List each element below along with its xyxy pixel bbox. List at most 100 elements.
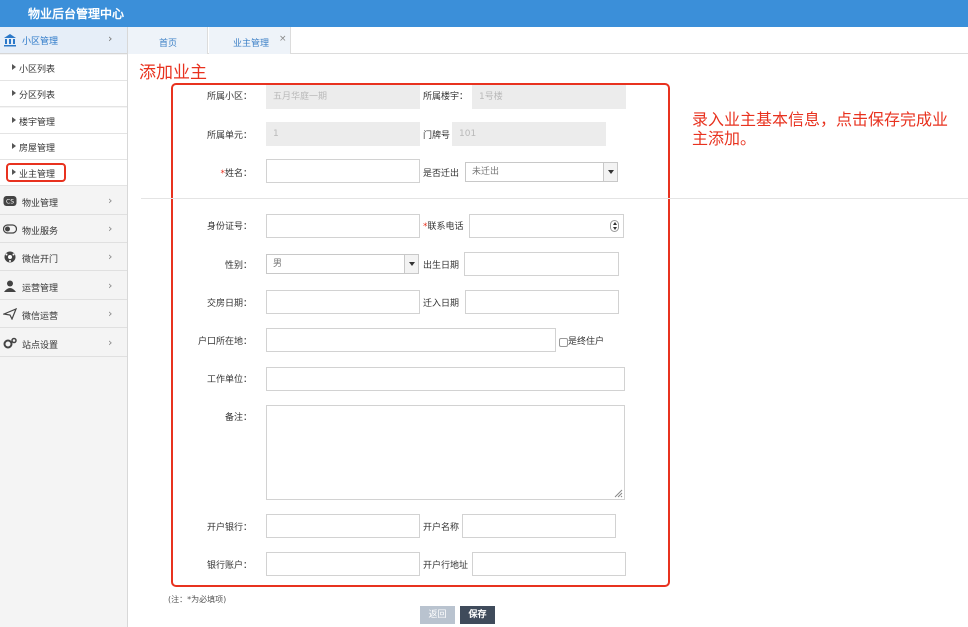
chevron-right-icon: › — [108, 336, 113, 349]
sidebar-menu-label: 微信运营 — [22, 312, 59, 322]
sidebar-menu-site-settings[interactable]: 站点设置 › — [0, 329, 127, 357]
chevron-right-icon: › — [108, 32, 113, 45]
sidebar-menu-label: 物业服务 — [22, 227, 59, 237]
sidebar-menu-property-service[interactable]: 物业服务 › — [0, 215, 127, 243]
resize-grip-icon[interactable] — [614, 489, 623, 498]
household-address-input[interactable] — [266, 328, 556, 352]
moved-out-select[interactable]: 未迁出 — [465, 162, 618, 182]
tab-label: 首页 — [159, 39, 178, 49]
name-label-text: 姓名： — [224, 169, 252, 179]
workplace-label: 工作单位： — [206, 375, 252, 385]
handover-date-label: 交房日期： — [206, 299, 252, 309]
sidebar-item-community-list[interactable]: 小区列表 — [0, 55, 127, 81]
sidebar-group-label: 小区管理 — [22, 37, 59, 47]
community-label: 所属小区： — [206, 92, 252, 102]
sidebar-item-label: 分区列表 — [19, 91, 56, 101]
unit-label: 所属单元： — [206, 131, 252, 141]
remark-textarea[interactable] — [266, 405, 625, 500]
bank-account-input[interactable] — [266, 552, 420, 576]
tab-bar: 首页 业主管理 × — [128, 27, 968, 54]
bank-account-label: 银行账户： — [206, 561, 252, 571]
phone-label: *联系电话 — [423, 219, 464, 232]
toggle-icon — [3, 224, 17, 234]
person-icon — [4, 280, 16, 292]
sidebar-group-community[interactable]: 小区管理 › — [0, 27, 127, 54]
moved-out-value: 未迁出 — [472, 167, 500, 177]
chevron-right-icon: › — [108, 250, 113, 263]
gender-value: 男 — [273, 259, 283, 269]
sidebar-menu-operation-management[interactable]: 运营管理 › — [0, 272, 127, 300]
caret-right-icon — [12, 143, 16, 149]
sidebar-menu-label: 站点设置 — [22, 341, 59, 351]
bank-input[interactable] — [266, 514, 420, 538]
sidebar-menu-wechat-door[interactable]: 微信开门 › — [0, 243, 127, 271]
top-bar: 物业后台管理中心 — [0, 0, 968, 27]
sidebar-item-house-management[interactable]: 房屋管理 — [0, 134, 127, 160]
remark-label: 备注： — [224, 413, 252, 423]
moved-out-label: 是否迁出 — [423, 169, 460, 179]
bank-address-input[interactable] — [472, 552, 626, 576]
name-input[interactable] — [266, 159, 420, 183]
dropdown-arrow-icon — [404, 255, 418, 273]
final-resident-checkbox[interactable] — [559, 338, 568, 347]
id-number-input[interactable] — [266, 214, 420, 238]
move-in-date-label: 迁入日期 — [423, 299, 460, 309]
send-icon — [3, 308, 17, 320]
save-button[interactable]: 保存 — [460, 606, 495, 624]
household-address-label: 户口所在地： — [197, 337, 252, 347]
spinner-icon[interactable] — [610, 220, 619, 232]
caret-right-icon — [12, 90, 16, 96]
bank-icon — [4, 34, 16, 47]
bank-label: 开户银行： — [206, 523, 252, 533]
sidebar-menu-label: 物业管理 — [22, 199, 59, 209]
cs-icon: CS — [3, 196, 17, 206]
divider — [141, 198, 968, 199]
sidebar: 小区管理 › 小区列表 分区列表 楼宇管理 房屋管理 业主管理 CS 物业管理 … — [0, 27, 128, 627]
bank-address-label: 开户行地址 — [423, 561, 469, 571]
sidebar-item-label: 业主管理 — [19, 170, 56, 180]
soccer-ball-icon — [4, 251, 16, 263]
remark-container — [266, 405, 625, 500]
account-name-input[interactable] — [462, 514, 616, 538]
app-title: 物业后台管理中心 — [28, 7, 125, 21]
building-field: 1号楼 — [472, 85, 626, 109]
back-button[interactable]: 返回 — [420, 606, 455, 624]
workplace-input[interactable] — [266, 367, 625, 391]
handover-date-input[interactable] — [266, 290, 420, 314]
community-field: 五月华庭一期 — [266, 85, 420, 109]
page-title: 添加业主 — [139, 63, 207, 83]
phone-input[interactable] — [469, 214, 624, 238]
sidebar-menu-label: 运营管理 — [22, 284, 59, 294]
dropdown-arrow-icon — [603, 163, 617, 181]
move-in-date-input[interactable] — [465, 290, 619, 314]
phone-label-text: 联系电话 — [427, 222, 464, 232]
annotation-text: 录入业主基本信息，点击保存完成业主添加。 — [692, 110, 949, 148]
sidebar-menu-property-management[interactable]: CS 物业管理 › — [0, 187, 127, 215]
gears-icon — [3, 337, 17, 349]
chevron-right-icon: › — [108, 279, 113, 292]
birth-date-label: 出生日期 — [423, 261, 460, 271]
final-resident-label: 是终住户 — [568, 337, 605, 347]
sidebar-item-label: 楼宇管理 — [19, 118, 56, 128]
required-footnote: (注：*为必填项) — [168, 595, 227, 604]
tab-owner-management[interactable]: 业主管理 × — [209, 27, 291, 54]
tab-home[interactable]: 首页 — [128, 27, 208, 54]
sidebar-item-zone-list[interactable]: 分区列表 — [0, 81, 127, 107]
sidebar-menu-wechat-operation[interactable]: 微信运营 › — [0, 300, 127, 328]
sidebar-item-label: 房屋管理 — [19, 144, 56, 154]
caret-right-icon — [12, 117, 16, 123]
id-number-label: 身份证号： — [206, 222, 252, 232]
gender-select[interactable]: 男 — [266, 254, 419, 274]
birth-date-input[interactable] — [464, 252, 619, 276]
sidebar-item-building-management[interactable]: 楼宇管理 — [0, 108, 127, 134]
caret-right-icon — [12, 169, 16, 175]
sidebar-item-owner-management[interactable]: 业主管理 — [0, 160, 127, 186]
caret-right-icon — [12, 64, 16, 70]
gender-label: 性别： — [224, 261, 252, 271]
building-label: 所属楼宇： — [423, 92, 469, 102]
sidebar-item-label: 小区列表 — [19, 65, 56, 75]
chevron-right-icon: › — [108, 194, 113, 207]
account-name-label: 开户名称 — [423, 523, 460, 533]
close-icon[interactable]: × — [279, 34, 287, 44]
name-label: *姓名： — [190, 166, 252, 179]
